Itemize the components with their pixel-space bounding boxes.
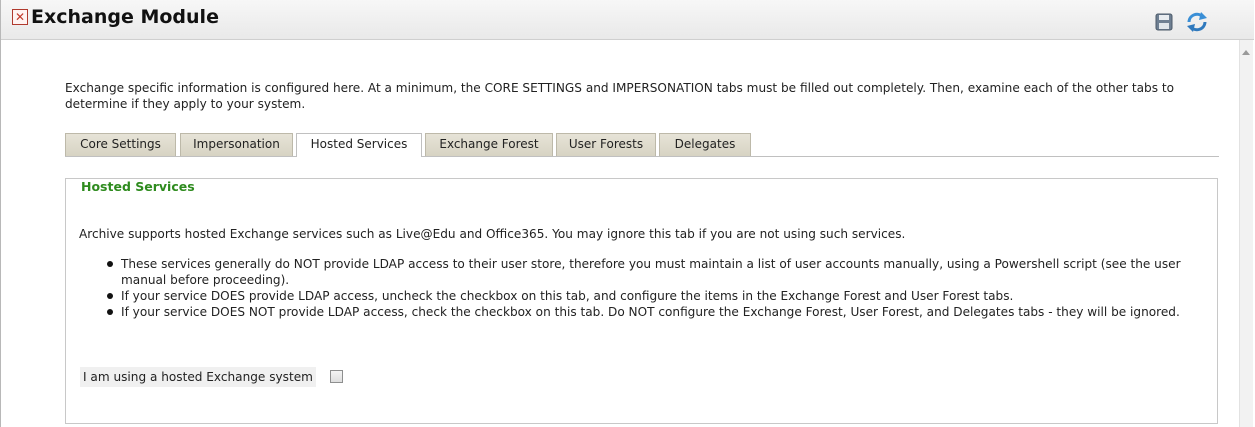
tab-bar: Core Settings Impersonation Hosted Servi… <box>65 133 1219 157</box>
exchange-module-window: ✕ Exchange Module Exchange specific info… <box>0 0 1254 427</box>
scroll-up-arrow-icon[interactable] <box>1242 50 1250 55</box>
tab-core-settings[interactable]: Core Settings <box>65 133 176 156</box>
app-icon: ✕ <box>12 9 28 25</box>
tab-hosted-services[interactable]: Hosted Services <box>296 133 422 157</box>
hosted-exchange-checkbox[interactable] <box>330 370 343 383</box>
intro-text: Exchange specific information is configu… <box>65 81 1174 111</box>
hosted-services-bullets: These services generally do NOT provide … <box>79 256 1199 320</box>
tab-exchange-forest[interactable]: Exchange Forest <box>425 133 553 156</box>
hosted-services-description: Archive supports hosted Exchange service… <box>79 227 906 241</box>
bullet-icon <box>107 293 113 299</box>
hosted-services-legend: Hosted Services <box>79 179 198 194</box>
tab-impersonation[interactable]: Impersonation <box>180 133 293 156</box>
list-item: These services generally do NOT provide … <box>79 256 1199 288</box>
page-title: Exchange Module <box>31 6 219 28</box>
refresh-icon[interactable] <box>1185 11 1209 33</box>
list-item: If your service DOES NOT provide LDAP ac… <box>79 304 1199 320</box>
bullet-icon <box>107 261 113 267</box>
hosted-exchange-label: I am using a hosted Exchange system <box>80 367 316 387</box>
list-item: If your service DOES provide LDAP access… <box>79 288 1199 304</box>
vertical-scrollbar[interactable] <box>1239 40 1253 427</box>
tab-user-forests[interactable]: User Forests <box>556 133 656 156</box>
title-bar: ✕ Exchange Module <box>1 0 1254 40</box>
save-icon[interactable] <box>1155 13 1173 31</box>
tab-delegates[interactable]: Delegates <box>659 133 751 156</box>
bullet-icon <box>107 309 113 315</box>
